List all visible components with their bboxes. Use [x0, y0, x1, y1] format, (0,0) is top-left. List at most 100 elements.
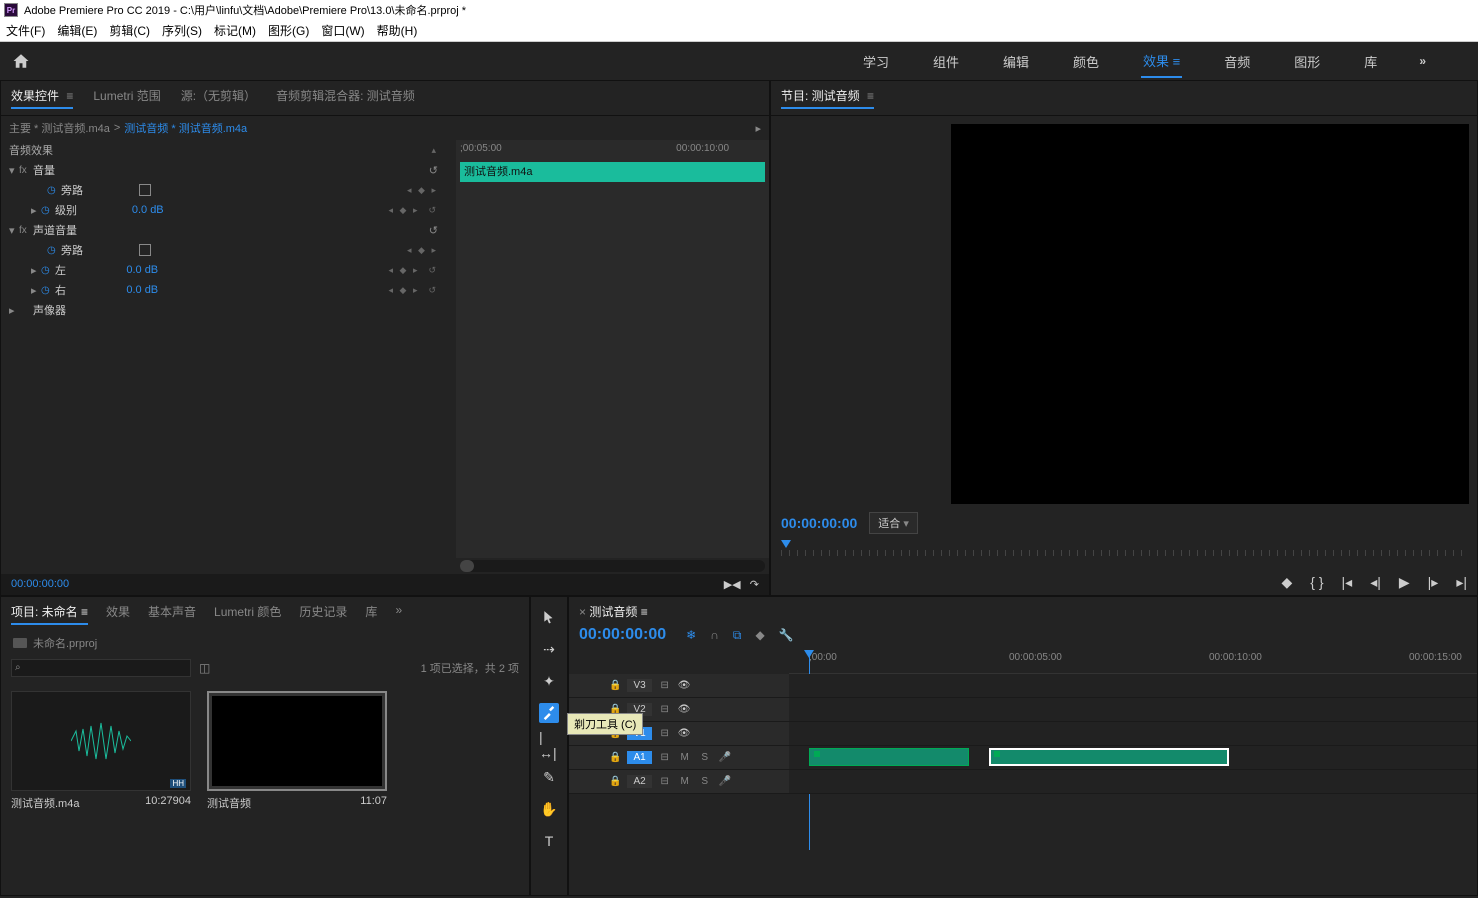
wrench-icon[interactable]: 🔧: [779, 628, 794, 643]
ec-group-panner[interactable]: ▸ 声像器: [1, 300, 456, 320]
program-ruler[interactable]: [781, 540, 1467, 560]
menu-clip[interactable]: 剪辑(C): [109, 22, 150, 39]
selection-tool[interactable]: [539, 607, 559, 627]
magnet-icon[interactable]: ∩: [710, 628, 719, 643]
ripple-tool[interactable]: ✦: [539, 671, 559, 691]
menubar: 文件(F) 编辑(E) 剪辑(C) 序列(S) 标记(M) 图形(G) 窗口(W…: [0, 20, 1478, 42]
slip-tool[interactable]: |↔|: [539, 735, 559, 755]
item-name: 测试音频.m4a: [11, 795, 79, 811]
ec-volume-bypass[interactable]: ◷ 旁路 ◂ ◆ ▸: [1, 180, 456, 200]
filter-icon[interactable]: ◫: [199, 661, 210, 675]
program-monitor[interactable]: [951, 124, 1469, 504]
program-tabs: 节目: 测试音频 ≡: [771, 81, 1477, 116]
razor-tool[interactable]: [539, 703, 559, 723]
hand-tool[interactable]: ✋: [539, 799, 559, 819]
track-v3-header[interactable]: 🔒V3⊟👁: [569, 674, 789, 698]
step-fwd-icon[interactable]: |▸: [1428, 574, 1439, 591]
ec-ruler-end: 00:00:10:00: [676, 143, 729, 154]
ec-channel-bypass[interactable]: ◷ 旁路 ◂ ◆ ▸: [1, 240, 456, 260]
ec-playhead-toggle[interactable]: ▸: [755, 122, 761, 135]
program-time[interactable]: 00:00:00:00: [781, 515, 857, 531]
mark-out-icon[interactable]: { }: [1310, 574, 1323, 591]
snap-icon[interactable]: ❄: [686, 628, 696, 643]
mark-in-icon[interactable]: ◆: [1282, 574, 1293, 591]
workspace-library[interactable]: 库: [1362, 46, 1379, 77]
timeline-clip[interactable]: [809, 748, 969, 766]
home-icon[interactable]: [12, 52, 30, 70]
pen-tool[interactable]: ✎: [539, 767, 559, 787]
tab-lumetri-color[interactable]: Lumetri 颜色: [214, 603, 281, 625]
workspace-audio[interactable]: 音频: [1222, 46, 1252, 77]
ec-transport[interactable]: ▶◀ ↷: [724, 578, 759, 591]
timeline-clip-selected[interactable]: [989, 748, 1229, 766]
item-meta: 10:27904: [145, 795, 191, 811]
app-icon: Pr: [4, 3, 18, 17]
workspace-assembly[interactable]: 组件: [931, 46, 961, 77]
track-a2-header[interactable]: 🔒A2⊟MS🎤: [569, 770, 789, 794]
workspace-overflow[interactable]: »: [1419, 54, 1426, 68]
workspace-effects[interactable]: 效果 ≡: [1141, 45, 1182, 78]
ec-group-channel[interactable]: ▾fx 声道音量 ↺: [1, 220, 456, 240]
timeline-content[interactable]: [789, 674, 1477, 794]
track-select-tool[interactable]: ⇢: [539, 639, 559, 659]
program-zoom[interactable]: 适合: [869, 512, 918, 534]
workspace-edit[interactable]: 编辑: [1001, 46, 1031, 77]
ec-timeline[interactable]: ;00:05:00 00:00:10:00 测试音频.m4a: [456, 140, 769, 558]
project-status: 1 项已选择，共 2 项: [421, 660, 519, 676]
timeline-time[interactable]: 00:00:00:00: [579, 626, 666, 644]
checkbox-icon[interactable]: [139, 184, 151, 196]
ruler-tick: 00:00:15:00: [1409, 652, 1462, 663]
proj-overflow[interactable]: »: [395, 603, 402, 625]
ec-group-volume[interactable]: ▾fx 音量 ↺: [1, 160, 456, 180]
project-file[interactable]: 未命名.prproj: [1, 631, 529, 655]
project-item-audio[interactable]: HH 测试音频.m4a 10:27904: [11, 691, 191, 811]
play-icon[interactable]: ▶: [1399, 574, 1410, 591]
ec-channel-right[interactable]: ▸◷ 右 0.0 dB ◂ ◆ ▸ ↺: [1, 280, 456, 300]
track-a1-header[interactable]: 🔒A1⊟MS🎤: [569, 746, 789, 770]
project-item-sequence[interactable]: 测试音频 11:07: [207, 691, 387, 811]
menu-edit[interactable]: 编辑(E): [57, 22, 97, 39]
workspace-bar: 学习 组件 编辑 颜色 效果 ≡ 音频 图形 库 »: [0, 42, 1478, 80]
tab-libraries[interactable]: 库: [365, 603, 377, 625]
tab-history[interactable]: 历史记录: [299, 603, 347, 625]
tab-source[interactable]: 源:（无剪辑）: [181, 87, 256, 109]
ec-clip-bar[interactable]: 测试音频.m4a: [460, 162, 765, 182]
tab-effects[interactable]: 效果: [106, 603, 130, 625]
tab-effect-controls[interactable]: 效果控件 ≡: [11, 87, 73, 109]
go-out-icon[interactable]: ▸|: [1456, 574, 1467, 591]
workspace-graphics[interactable]: 图形: [1292, 46, 1322, 77]
tab-audio-clip-mixer[interactable]: 音频剪辑混合器: 测试音频: [276, 87, 415, 109]
tab-lumetri-scopes[interactable]: Lumetri 范围: [93, 87, 160, 109]
ec-active-clip[interactable]: 测试音频 * 测试音频.m4a: [124, 120, 247, 136]
tab-program[interactable]: 节目: 测试音频 ≡: [781, 87, 874, 109]
menu-sequence[interactable]: 序列(S): [162, 22, 202, 39]
tab-essential-sound[interactable]: 基本声音: [148, 603, 196, 625]
tool-palette: ⇢ ✦ |↔| ✎ ✋ T 剃刀工具 (C): [530, 596, 568, 896]
tab-project[interactable]: 项目: 未命名 ≡: [11, 603, 88, 625]
marker-icon[interactable]: ◆: [755, 628, 764, 643]
go-in-icon[interactable]: |◂: [1342, 574, 1353, 591]
ec-scrollbar[interactable]: [460, 560, 765, 572]
project-search[interactable]: [11, 659, 191, 677]
workspace-learn[interactable]: 学习: [861, 46, 891, 77]
checkbox-icon[interactable]: [139, 244, 151, 256]
menu-file[interactable]: 文件(F): [6, 22, 45, 39]
ec-volume-level[interactable]: ▸◷ 级别 0.0 dB ◂ ◆ ▸ ↺: [1, 200, 456, 220]
timeline-panel: 测试音频 ≡ 00:00:00:00 ❄ ∩ ⧉ ◆ 🔧 ;00:00 00:0…: [568, 596, 1478, 896]
ec-channel-left[interactable]: ▸◷ 左 0.0 dB ◂ ◆ ▸ ↺: [1, 260, 456, 280]
titlebar: Pr Adobe Premiere Pro CC 2019 - C:\用户\li…: [0, 0, 1478, 20]
ec-current-time[interactable]: 00:00:00:00: [11, 578, 69, 591]
bin-icon: [13, 638, 27, 648]
workspace-color[interactable]: 颜色: [1071, 46, 1101, 77]
menu-window[interactable]: 窗口(W): [321, 22, 364, 39]
menu-help[interactable]: 帮助(H): [377, 22, 418, 39]
ec-main-clip: 主要 * 测试音频.m4a: [9, 120, 110, 136]
type-tool[interactable]: T: [539, 831, 559, 851]
linked-selection-icon[interactable]: ⧉: [733, 628, 742, 643]
timeline-sequence-tab[interactable]: 测试音频 ≡: [579, 603, 648, 620]
menu-graphics[interactable]: 图形(G): [268, 22, 309, 39]
step-back-icon[interactable]: ◂|: [1370, 574, 1381, 591]
timeline-ruler[interactable]: ;00:00 00:00:05:00 00:00:10:00 00:00:15:…: [789, 650, 1477, 674]
menu-marker[interactable]: 标记(M): [214, 22, 256, 39]
playhead-icon[interactable]: [781, 540, 791, 548]
